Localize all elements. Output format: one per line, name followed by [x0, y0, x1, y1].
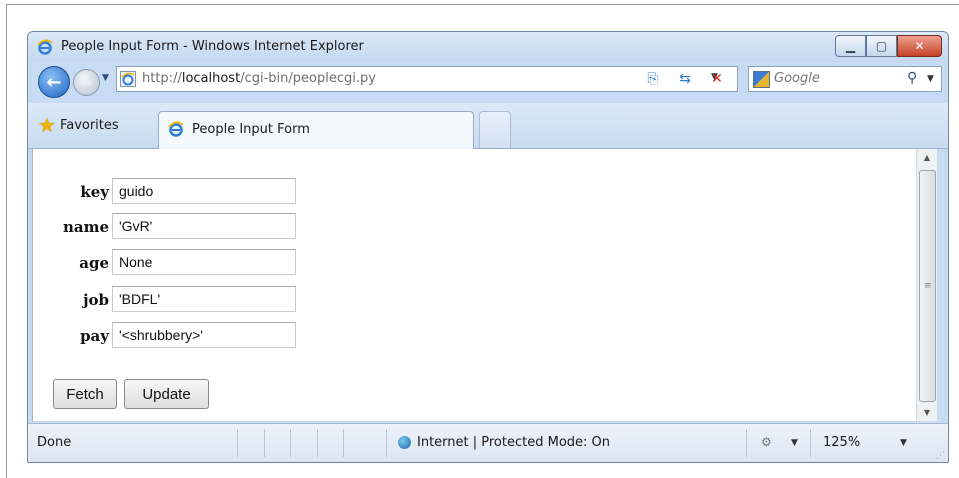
google-logo-icon [753, 71, 770, 88]
refresh-icon[interactable]: ⇆ [676, 70, 694, 88]
new-tab-button[interactable] [479, 111, 511, 148]
status-divider [343, 429, 344, 457]
job-input[interactable]: 'BDFL' [112, 286, 296, 312]
star-icon: ★ [38, 113, 56, 137]
ie-logo-icon [168, 121, 184, 137]
tab-row: ★ Favorites People Input Form [28, 103, 948, 149]
forward-arrow-icon: → [80, 74, 93, 91]
stop-icon[interactable]: ✕ [708, 70, 726, 88]
scroll-down-icon[interactable]: ▼ [917, 404, 937, 421]
back-button[interactable]: ← [38, 66, 70, 98]
status-divider [237, 429, 238, 457]
page-content: key guido name 'GvR' age None job 'BDFL'… [32, 149, 923, 421]
scroll-up-icon[interactable]: ▲ [917, 149, 937, 166]
back-arrow-icon: ← [46, 71, 62, 93]
grip-icon: ≡ [924, 281, 932, 291]
zoom-level[interactable]: 125% [823, 435, 860, 450]
ie-page-icon [120, 71, 136, 87]
maximize-button[interactable]: ▢ [866, 35, 897, 57]
search-dropdown-icon[interactable]: ▼ [927, 74, 934, 84]
scroll-thumb[interactable]: ≡ [919, 170, 936, 402]
popup-blocker-icon[interactable]: ⚙ [761, 435, 772, 449]
status-divider [317, 429, 318, 457]
address-text[interactable]: http://localhost/cgi-bin/peoplecgi.py [142, 71, 376, 86]
address-path: /cgi-bin/peoplecgi.py [240, 71, 376, 86]
address-host: localhost [181, 71, 241, 86]
field-label-job: job [83, 291, 109, 309]
age-input[interactable]: None [112, 249, 296, 275]
navigation-bar: ← → ▼ http://localhost/cgi-bin/peoplecgi… [28, 62, 948, 100]
compatibility-icon[interactable]: ⎘ [644, 70, 662, 88]
ie-logo-icon [37, 39, 53, 55]
field-label-pay: pay [80, 327, 109, 345]
status-divider [810, 429, 811, 457]
status-divider [290, 429, 291, 457]
search-box[interactable]: Google ⚲ ▼ [748, 66, 942, 92]
forward-button[interactable]: → [73, 69, 100, 96]
field-label-name: name [62, 218, 109, 236]
key-input[interactable]: guido [112, 178, 296, 204]
field-label-key: key [80, 183, 109, 201]
fetch-button[interactable]: Fetch [53, 379, 117, 409]
page-frame-left [6, 4, 7, 478]
vertical-scrollbar[interactable]: ▲ ≡ ▼ [916, 149, 937, 421]
status-text: Done [37, 435, 72, 450]
browser-window: People Input Form - Windows Internet Exp… [27, 31, 949, 463]
title-bar: People Input Form - Windows Internet Exp… [28, 32, 948, 62]
search-placeholder: Google [774, 71, 820, 86]
update-button[interactable]: Update [124, 379, 209, 409]
window-controls: ▁ ▢ ✕ [835, 35, 942, 57]
recent-pages-dropdown[interactable]: ▼ [102, 73, 109, 83]
status-divider [264, 429, 265, 457]
page-frame-top [6, 4, 959, 5]
name-input[interactable]: 'GvR' [112, 213, 296, 239]
status-divider [746, 429, 747, 457]
address-prefix: http:// [142, 71, 182, 86]
tab-label: People Input Form [192, 122, 310, 137]
window-title: People Input Form - Windows Internet Exp… [61, 39, 364, 54]
tab-people-input-form[interactable]: People Input Form [158, 111, 474, 149]
field-label-age: age [79, 254, 109, 272]
favorites-button[interactable]: ★ Favorites [38, 113, 119, 137]
popup-dropdown-icon[interactable]: ▼ [791, 438, 798, 448]
minimize-button[interactable]: ▁ [835, 35, 866, 57]
close-button[interactable]: ✕ [897, 35, 942, 57]
globe-icon [398, 436, 411, 449]
resize-grip-icon[interactable]: ⋰ [936, 451, 945, 461]
search-icon[interactable]: ⚲ [907, 70, 917, 86]
maximize-icon: ▢ [875, 39, 888, 53]
status-divider [386, 429, 387, 457]
favorites-label: Favorites [59, 117, 119, 133]
minimize-icon: ▁ [845, 39, 856, 53]
pay-input[interactable]: '<shrubbery>' [112, 322, 296, 348]
status-bar: Done Internet | Protected Mode: On ⚙ ▼ 1… [28, 423, 948, 462]
close-icon: ✕ [914, 39, 925, 53]
security-zone[interactable]: Internet | Protected Mode: On [417, 435, 610, 450]
zoom-dropdown-icon[interactable]: ▼ [900, 438, 907, 448]
